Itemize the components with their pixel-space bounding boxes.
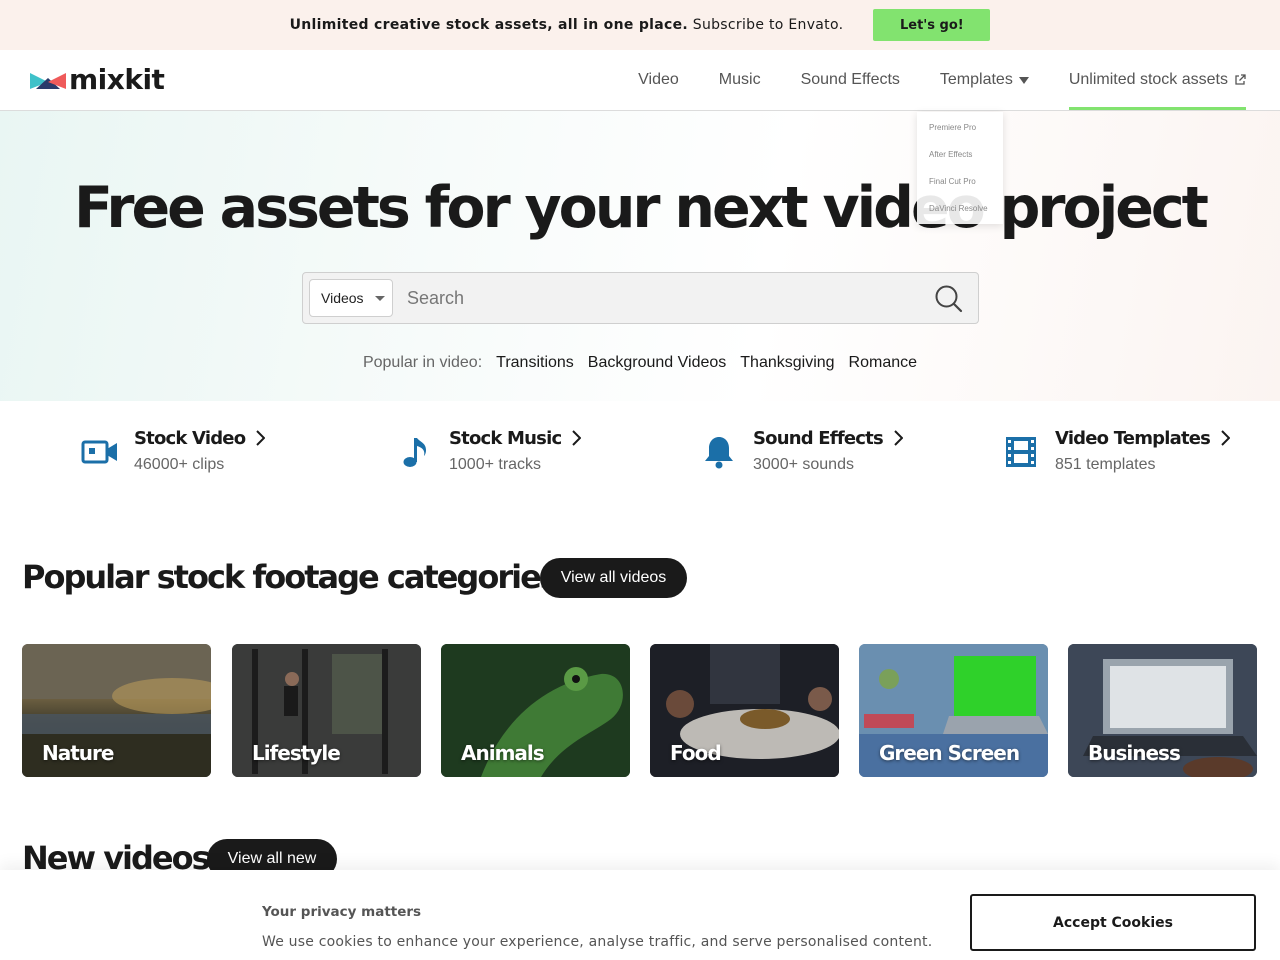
popular-label: Popular in video: <box>362 354 483 371</box>
category-label-food: Food <box>670 741 722 765</box>
asset-sub-stock-music: 1000+ tracks <box>449 456 542 473</box>
search-category-value: Videos <box>321 290 364 306</box>
chevron-right-icon <box>256 430 266 446</box>
asset-sub-video-templates: 851 templates <box>1055 456 1156 473</box>
nav-music[interactable]: Music <box>719 50 761 110</box>
asset-stock-video[interactable]: Stock Video 46000+ clips <box>80 426 266 474</box>
asset-title-stock-music: Stock Music <box>449 426 582 450</box>
nav-unlimited-label: Unlimited stock assets <box>1068 71 1228 88</box>
video-camera-icon <box>81 440 117 464</box>
nav-sound-effects[interactable]: Sound Effects <box>801 50 900 110</box>
category-label-lifestyle: Lifestyle <box>252 741 341 765</box>
chevron-right-icon <box>572 430 582 446</box>
film-strip-icon <box>1006 437 1036 467</box>
asset-title-video-templates: Video Templates <box>1055 426 1231 450</box>
search-input[interactable] <box>407 281 927 315</box>
nav-templates-label: Templates <box>939 71 1013 88</box>
hero-title: Free assets for your next video project <box>74 175 1209 241</box>
promo-text: Unlimited creative stock assets, all in … <box>289 17 844 33</box>
menu-item-after-effects[interactable]: After Effects <box>917 149 1003 176</box>
asset-stock-music[interactable]: Stock Music 1000+ tracks <box>395 426 582 474</box>
accept-cookies-button[interactable]: Accept Cookies <box>970 894 1256 951</box>
search-bar: Videos <box>302 272 979 324</box>
menu-item-davinci-resolve[interactable]: DaVinci Resolve <box>917 203 1003 230</box>
asset-title-stock-video: Stock Video <box>134 426 266 450</box>
templates-dropdown-menu: Premiere Pro After Effects Final Cut Pro… <box>917 112 1003 224</box>
external-link-icon <box>1235 74 1246 85</box>
cookie-text: We use cookies to enhance your experienc… <box>262 934 933 950</box>
logo-mark-icon <box>30 72 66 89</box>
asset-title-sound-effects: Sound Effects <box>753 426 903 450</box>
nav-unlimited-stock-assets[interactable]: Unlimited stock assets <box>1068 50 1247 110</box>
menu-item-final-cut-pro[interactable]: Final Cut Pro <box>917 176 1003 203</box>
caret-down-icon <box>1018 76 1029 84</box>
categories-section-title: Popular stock footage categories <box>22 558 559 596</box>
popular-link-transitions[interactable]: Transitions <box>496 354 574 372</box>
chevron-down-icon <box>374 295 385 301</box>
nav-sound-effects-label: Sound Effects <box>800 71 900 88</box>
asset-sub-sound-effects: 3000+ sounds <box>753 456 854 473</box>
popular-link-romance[interactable]: Romance <box>849 354 917 372</box>
cookie-title: Your privacy matters <box>262 904 422 920</box>
search-icon[interactable] <box>934 284 964 314</box>
nav-music-label: Music <box>718 71 761 88</box>
category-card-green-screen[interactable]: Green Screen <box>859 644 1048 777</box>
nav-templates[interactable]: Templates <box>940 50 1029 110</box>
menu-item-premiere-pro[interactable]: Premiere Pro <box>917 122 1003 149</box>
asset-video-templates[interactable]: Video Templates 851 templates <box>1001 426 1231 474</box>
music-note-icon <box>403 438 426 467</box>
category-card-nature[interactable]: Nature <box>22 644 211 777</box>
category-label-animals: Animals <box>461 741 545 765</box>
nav-video-label: Video <box>638 71 679 88</box>
main-nav: Video Music Sound Effects Templates Unli… <box>598 50 1247 110</box>
asset-sound-effects[interactable]: Sound Effects 3000+ sounds <box>699 426 903 474</box>
nav-video[interactable]: Video <box>638 50 679 110</box>
category-label-green-screen: Green Screen <box>879 741 1020 765</box>
view-all-videos-button[interactable]: View all videos <box>540 558 687 598</box>
chevron-right-icon <box>894 430 903 446</box>
lets-go-button[interactable]: Let's go! <box>873 9 991 41</box>
category-label-nature: Nature <box>42 741 114 765</box>
cookie-banner: Your privacy matters We use cookies to e… <box>0 870 1280 960</box>
category-card-business[interactable]: Business <box>1068 644 1257 777</box>
chevron-right-icon <box>1221 430 1231 446</box>
mixkit-logo[interactable]: mixkit <box>30 63 165 96</box>
promo-bar: Unlimited creative stock assets, all in … <box>0 0 1280 50</box>
popular-link-background-videos[interactable]: Background Videos <box>588 354 726 372</box>
asset-sub-stock-video: 46000+ clips <box>134 456 225 473</box>
popular-searches: Popular in video: Transitions Background… <box>0 354 1280 372</box>
category-card-animals[interactable]: Animals <box>441 644 630 777</box>
category-card-lifestyle[interactable]: Lifestyle <box>232 644 421 777</box>
bell-icon <box>705 437 733 469</box>
category-card-food[interactable]: Food <box>650 644 839 777</box>
logo-wordmark: mixkit <box>69 63 165 96</box>
category-label-business: Business <box>1088 741 1181 765</box>
site-header: mixkit Video Music Sound Effects Templat… <box>0 50 1280 111</box>
popular-link-thanksgiving[interactable]: Thanksgiving <box>740 354 834 372</box>
search-category-select[interactable]: Videos <box>309 279 393 317</box>
